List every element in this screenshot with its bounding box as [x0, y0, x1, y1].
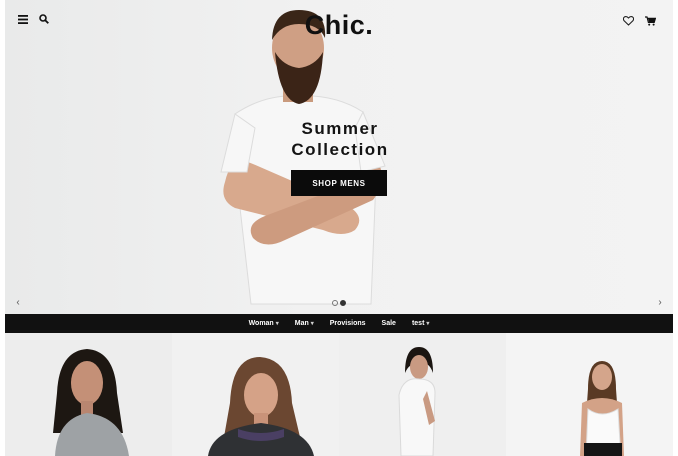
nav-item-test[interactable]: test ▾: [412, 320, 429, 327]
cart-icon[interactable]: [641, 12, 659, 30]
product-image-white-tank: [506, 333, 673, 456]
hero-headline-line2: Collection: [291, 140, 389, 159]
chevron-down-icon: ▾: [426, 321, 430, 327]
slide-dot-active[interactable]: [340, 300, 346, 306]
nav-item-man[interactable]: Man ▾: [295, 320, 314, 327]
chevron-left-icon[interactable]: ‹: [11, 294, 25, 310]
nav-item-provisions[interactable]: Provisions: [330, 320, 366, 327]
product-card[interactable]: [172, 333, 339, 456]
chevron-down-icon: ▾: [275, 321, 279, 327]
heart-icon[interactable]: [619, 12, 637, 30]
product-image-dark-top: [172, 333, 339, 456]
nav-item-woman[interactable]: Woman ▾: [249, 320, 279, 327]
product-card[interactable]: [5, 333, 172, 456]
chevron-right-icon[interactable]: ›: [653, 294, 667, 310]
main-nav: Woman ▾ Man ▾ Provisions Sale test ▾: [5, 314, 673, 333]
hero-headline-line1: Summer: [301, 119, 379, 138]
chevron-down-icon: ▾: [310, 321, 314, 327]
product-grid: [5, 333, 673, 456]
nav-item-sale[interactable]: Sale: [382, 320, 396, 327]
product-image-white-top-side: [339, 333, 506, 456]
product-card[interactable]: [506, 333, 673, 456]
product-card[interactable]: [339, 333, 506, 456]
top-bar: Chic.: [5, 0, 673, 42]
hero-banner: Chic. Summer Collection SHOP MENS ‹ ›: [5, 0, 673, 314]
brand-logo[interactable]: Chic.: [5, 10, 673, 41]
shop-mens-button[interactable]: SHOP MENS: [291, 170, 387, 196]
hero-headline: Summer Collection: [265, 118, 415, 160]
slide-dot[interactable]: [332, 300, 338, 306]
page-frame: Chic. Summer Collection SHOP MENS ‹ › Wo…: [5, 0, 673, 456]
product-image-grey-top: [5, 333, 172, 456]
